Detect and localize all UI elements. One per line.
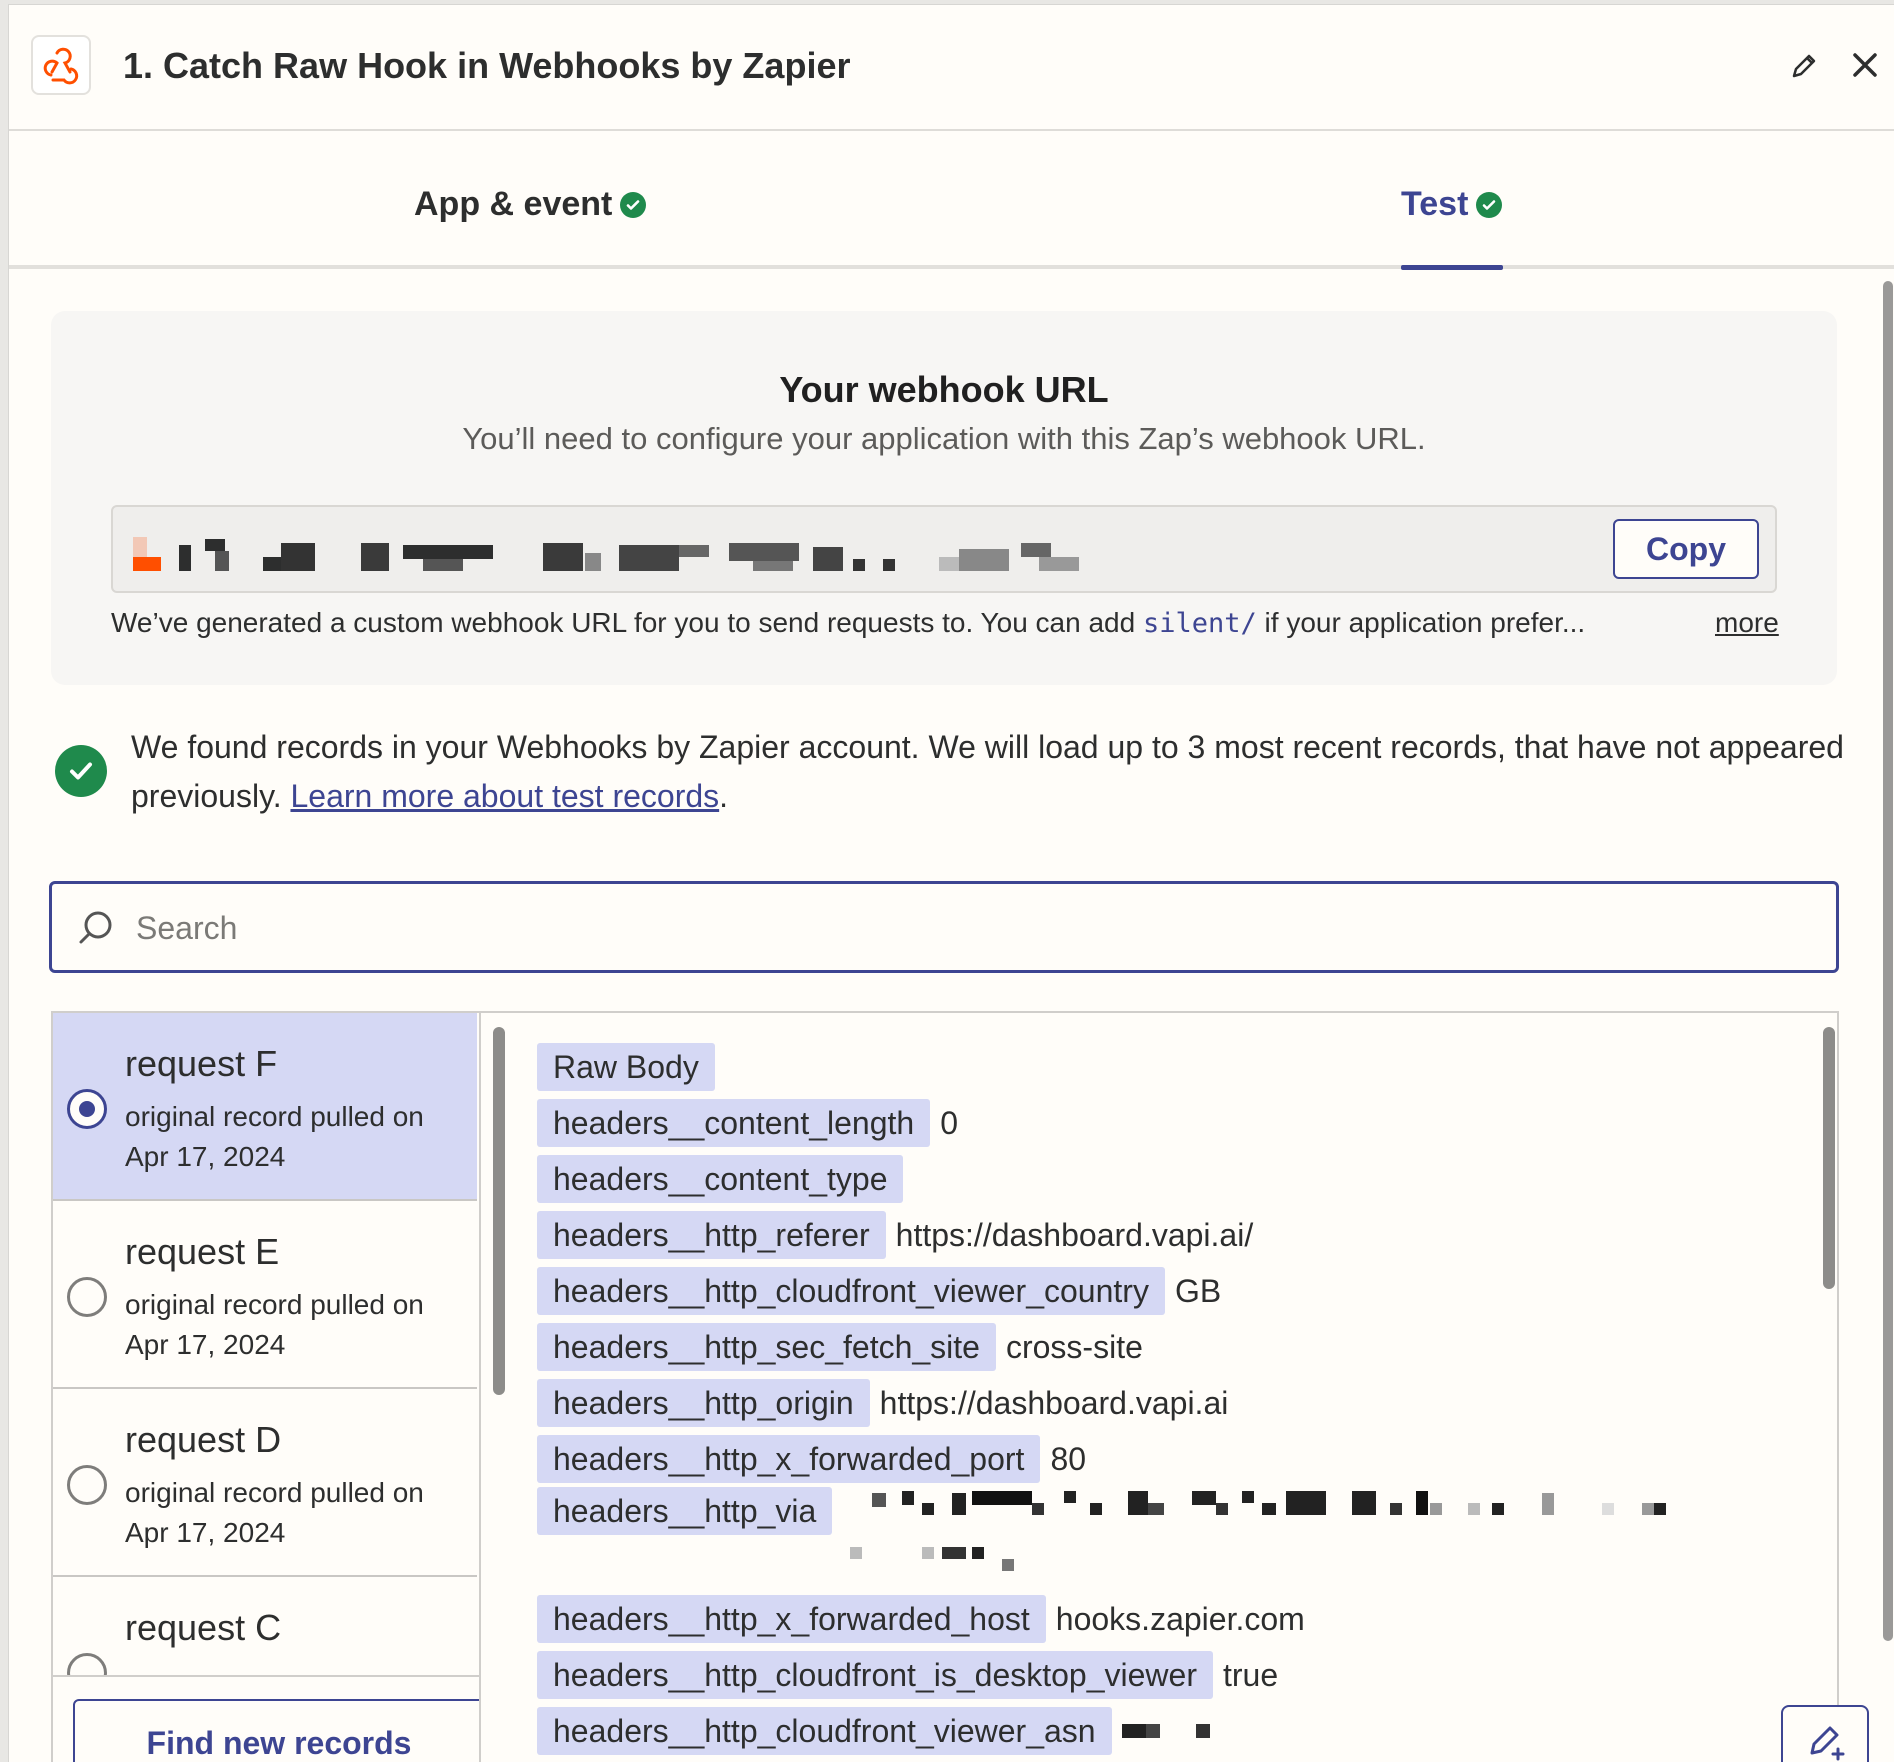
record-radio[interactable] — [67, 1089, 107, 1129]
check-circle-icon — [55, 745, 107, 797]
record-radio[interactable] — [67, 1277, 107, 1317]
records-list: request F original record pulled on Apr … — [53, 1013, 481, 1762]
field-key[interactable]: headers__http_via — [537, 1487, 833, 1535]
step-tabs: App & event Test — [9, 133, 1894, 270]
record-subtitle: original record pulled on Apr 17, 2024 — [125, 1101, 424, 1172]
step-title: 1. Catch Raw Hook in Webhooks by Zapier — [123, 45, 851, 86]
field-row: headers__http_x_forwarded_host hooks.zapi… — [537, 1591, 1827, 1647]
record-subtitle: original record pulled on Apr 17, 2024 — [125, 1289, 424, 1360]
field-value: 80 — [1050, 1440, 1087, 1477]
tab-label: Test — [1401, 185, 1469, 223]
webhook-url-note: We’ve generated a custom webhook URL for… — [111, 607, 1585, 639]
record-radio[interactable] — [67, 1465, 107, 1505]
tab-test[interactable]: Test — [1401, 185, 1503, 224]
records-scrollbar[interactable] — [493, 1027, 505, 1395]
close-icon[interactable] — [1847, 47, 1883, 83]
redacted-value — [850, 1491, 1667, 1571]
step-header: 1. Catch Raw Hook in Webhooks by Zapier — [9, 5, 1894, 131]
field-value: GB — [1174, 1272, 1222, 1309]
record-title: request F — [125, 1043, 278, 1084]
pencil-icon[interactable] — [1787, 49, 1821, 83]
field-key[interactable]: headers__content_type — [537, 1155, 904, 1203]
record-title: request E — [125, 1231, 280, 1272]
record-title: request D — [125, 1419, 282, 1460]
field-value: cross-site — [1005, 1328, 1143, 1365]
check-circle-icon — [1476, 191, 1503, 218]
check-circle-icon — [620, 191, 647, 218]
field-key[interactable]: headers__http_origin — [537, 1379, 870, 1427]
note-text: We’ve generated a custom webhook URL for… — [111, 607, 1143, 638]
panel-scrollbar[interactable] — [1883, 281, 1893, 1641]
field-key[interactable]: headers__content_length — [537, 1099, 931, 1147]
field-value: hooks.zapier.com — [1055, 1600, 1305, 1637]
field-row: headers__http_origin https://dashboard.va… — [537, 1375, 1827, 1431]
field-key[interactable]: headers__http_cloudfront_viewer_country — [537, 1267, 1165, 1315]
webhook-url-title: Your webhook URL — [779, 369, 1109, 410]
record-item[interactable]: request F original record pulled on Apr … — [53, 1013, 477, 1201]
info-suffix: . — [719, 778, 729, 814]
field-row: headers__http_cloudfront_is_desktop_view… — [537, 1647, 1827, 1703]
records-found-message: We found records in your Webhooks by Zap… — [131, 723, 1851, 821]
search-icon — [76, 908, 116, 948]
field-key[interactable]: headers__http_referer — [537, 1211, 886, 1259]
field-value: https://dashboard.vapi.ai — [879, 1384, 1229, 1421]
field-row: headers__http_via — [537, 1487, 1827, 1591]
redacted-url — [133, 537, 1079, 571]
field-row: headers__http_cloudfront_viewer_asn — [537, 1703, 1827, 1759]
field-row: headers__content_length 0 — [537, 1095, 1827, 1151]
webhook-url-card: Your webhook URL You’ll need to configur… — [51, 311, 1837, 685]
field-row: headers__http_sec_fetch_site cross-site — [537, 1319, 1827, 1375]
tab-app-event[interactable]: App & event — [414, 185, 647, 224]
record-item[interactable]: request D original record pulled on Apr … — [53, 1389, 477, 1577]
record-title: request C — [125, 1607, 282, 1648]
search-box — [49, 881, 1839, 973]
field-value: 0 — [940, 1104, 958, 1141]
tab-label: App & event — [414, 185, 613, 223]
field-row: headers__http_x_forwarded_port 80 — [537, 1431, 1827, 1487]
field-value: https://dashboard.vapi.ai/ — [895, 1216, 1254, 1253]
edit-data-icon — [1810, 1726, 1845, 1761]
record-fields: Raw Body headers__content_length 0 header… — [537, 1039, 1827, 1759]
webhook-url-field[interactable]: Copy — [111, 505, 1777, 593]
field-key[interactable]: headers__http_sec_fetch_site — [537, 1323, 996, 1371]
edit-data-button[interactable] — [1781, 1705, 1869, 1762]
fields-scrollbar[interactable] — [1823, 1027, 1835, 1289]
redacted-value — [1121, 1724, 1210, 1738]
field-row: headers__content_type — [537, 1151, 1827, 1207]
active-tab-indicator — [1401, 265, 1503, 270]
field-key[interactable]: headers__http_cloudfront_is_desktop_view… — [537, 1651, 1213, 1699]
record-item[interactable]: request E original record pulled on Apr … — [53, 1201, 477, 1389]
field-row: headers__http_cloudfront_viewer_country G… — [537, 1263, 1827, 1319]
records-panel: request F original record pulled on Apr … — [51, 1011, 1869, 1762]
field-key[interactable]: headers__http_x_forwarded_port — [537, 1435, 1041, 1483]
field-key[interactable]: headers__http_x_forwarded_host — [537, 1595, 1046, 1643]
note-text-end: if your application prefer... — [1256, 607, 1586, 638]
search-input[interactable] — [136, 902, 1816, 954]
find-new-records-button[interactable]: Find new records — [73, 1699, 479, 1762]
webhooks-icon — [31, 35, 91, 95]
more-link[interactable]: more — [1715, 607, 1779, 639]
note-code: silent/ — [1142, 608, 1257, 639]
learn-more-link[interactable]: Learn more about test records — [290, 778, 719, 814]
field-key[interactable]: Raw Body — [537, 1043, 715, 1091]
copy-button[interactable]: Copy — [1613, 519, 1759, 579]
record-subtitle: original record pulled on Apr 17, 2024 — [125, 1477, 424, 1548]
find-records-area: Find new records — [53, 1675, 479, 1762]
field-row: Raw Body — [537, 1039, 1827, 1095]
field-key[interactable]: headers__http_cloudfront_viewer_asn — [537, 1707, 1112, 1755]
webhook-url-subtitle: You’ll need to configure your applicatio… — [462, 421, 1426, 456]
field-row: headers__http_referer https://dashboard.v… — [537, 1207, 1827, 1263]
field-value: true — [1222, 1656, 1279, 1693]
zap-step-panel: 1. Catch Raw Hook in Webhooks by Zapier … — [8, 4, 1894, 1762]
